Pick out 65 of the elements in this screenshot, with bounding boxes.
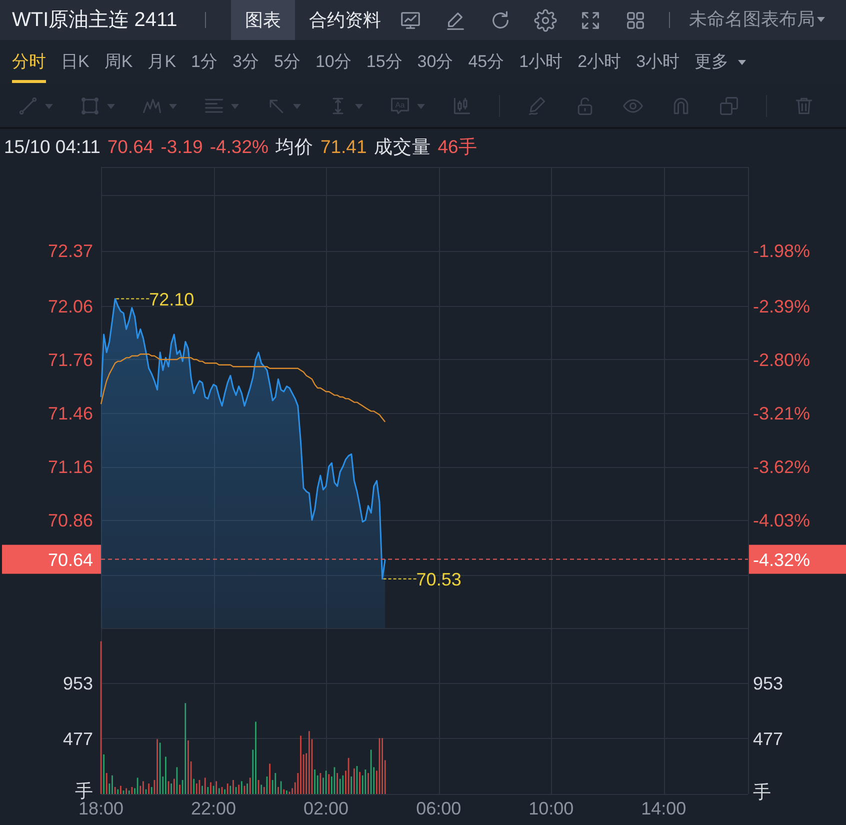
caret-icon[interactable]	[738, 60, 746, 64]
time-axis-label: 22:00	[190, 798, 236, 818]
period-tab[interactable]: 3小时	[636, 40, 680, 83]
period-tab[interactable]: 周K	[104, 40, 133, 83]
time-axis-label: 14:00	[641, 798, 686, 818]
volume-axis-label: 477	[753, 728, 784, 749]
candlestick-icon[interactable]	[451, 95, 473, 117]
price-marker-label: 70.53	[416, 569, 462, 590]
percent-axis-label: -4.03%	[753, 510, 810, 531]
period-tab[interactable]: 日K	[61, 40, 90, 83]
more-menu-button[interactable]: 更多	[694, 40, 746, 83]
period-tab[interactable]: 10分	[315, 40, 352, 83]
average-price: 71.41	[320, 136, 367, 158]
instrument-title: WTI原油主连 2411	[12, 9, 178, 31]
price-marker-label: 72.10	[149, 289, 194, 310]
time-axis-label: 02:00	[303, 798, 349, 818]
percent-axis-label: -2.80%	[753, 350, 810, 370]
rectangle-icon[interactable]	[79, 95, 101, 117]
last-price: 70.64	[107, 136, 154, 158]
time-axis-label: 06:00	[416, 798, 462, 818]
current-price-badge: 70.64	[2, 544, 101, 574]
percent-change: -4.32%	[210, 136, 268, 158]
price-axis-label: 71.46	[48, 404, 93, 424]
period-tab[interactable]: 15分	[366, 40, 402, 83]
period-tab[interactable]: 1分	[191, 40, 218, 83]
copy-icon[interactable]	[718, 95, 740, 117]
volume-label: 成交量	[374, 136, 431, 158]
volume-axis-label: 953	[62, 673, 93, 694]
period-tab[interactable]: 30分	[417, 40, 454, 83]
line-icon[interactable]	[17, 95, 39, 117]
layout-dropdown[interactable]: 未命名图表布局	[689, 10, 826, 30]
average-price-label: 均价	[275, 136, 314, 158]
percent-axis-label: -3.62%	[753, 457, 810, 477]
quote-time: 15/10 04:11	[4, 136, 100, 158]
percent-axis-label: -1.98%	[753, 241, 810, 262]
price-axis-label: 71.76	[48, 350, 93, 370]
volume-axis-label: 953	[753, 673, 784, 694]
tab[interactable]: 合约资料	[295, 0, 396, 40]
time-axis-label: 18:00	[78, 798, 124, 818]
price-axis-label: 72.06	[48, 296, 93, 316]
volume-unit-label: 手	[753, 782, 771, 802]
time-axis-label: 10:00	[528, 798, 574, 818]
tab[interactable]: 图表	[231, 0, 296, 40]
period-tab[interactable]: 5分	[274, 40, 300, 83]
volume-unit-label: 手	[75, 781, 93, 801]
percent-axis-label: -2.39%	[753, 296, 810, 316]
period-tab[interactable]: 45分	[468, 40, 504, 83]
period-tab[interactable]: 2小时	[578, 40, 622, 83]
trash-icon[interactable]	[793, 95, 815, 117]
percent-axis-label: -3.21%	[753, 404, 810, 424]
volume-axis-label: 477	[62, 728, 93, 749]
current-change-badge: -4.32%	[749, 544, 846, 574]
period-tab[interactable]: 1小时	[519, 40, 563, 83]
price-axis-label: 72.37	[48, 241, 93, 262]
settings-icon[interactable]	[534, 8, 558, 32]
period-tab[interactable]: 3分	[232, 40, 259, 83]
price-change: -3.19	[160, 136, 203, 158]
price-axis-label: 71.16	[48, 457, 93, 477]
volume-value: 46手	[438, 136, 478, 158]
period-tab[interactable]: 月K	[148, 40, 176, 83]
leader-line	[382, 578, 417, 580]
ref-line-label: 70.64	[48, 550, 93, 570]
caret-icon[interactable]	[817, 17, 826, 22]
leader-line	[116, 298, 150, 300]
price-axis-label: 70.86	[48, 510, 93, 531]
